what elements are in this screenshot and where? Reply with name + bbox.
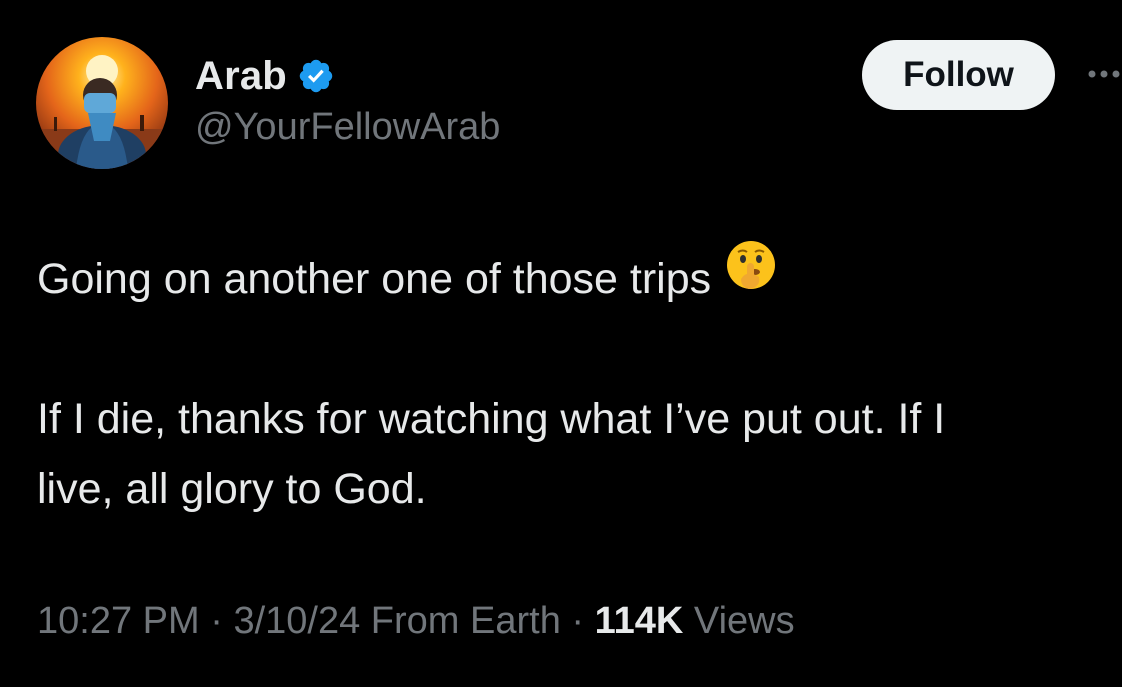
author-name-row: Arab: [195, 50, 335, 102]
views-count[interactable]: 114K: [595, 600, 684, 642]
tweet-line-3: live, all glory to God.: [37, 465, 427, 513]
tweet-date[interactable]: 3/10/24: [233, 600, 360, 642]
author-handle[interactable]: @YourFellowArab: [195, 106, 500, 149]
meta-separator: ·: [560, 600, 595, 642]
tweet-time[interactable]: 10:27 PM: [37, 600, 200, 642]
avatar[interactable]: [36, 37, 168, 169]
tweet-location: From Earth: [360, 600, 561, 642]
verified-badge-icon[interactable]: [297, 57, 335, 95]
profile-photo-icon: [36, 37, 168, 169]
views-label: Views: [683, 600, 795, 642]
tweet-line-1: Going on another one of those trips: [37, 241, 1122, 314]
shushing-face-icon: [725, 239, 777, 312]
tweet-line-1-text: Going on another one of those trips: [37, 255, 712, 303]
tweet-line-2: If I die, thanks for watching what I’ve …: [37, 395, 946, 443]
tweet-meta: 10:27 PM · 3/10/24 From Earth · 114K Vie…: [37, 600, 795, 643]
follow-button[interactable]: Follow: [862, 40, 1055, 110]
tweet-text: Going on another one of those trips If I…: [37, 241, 1122, 524]
meta-separator: ·: [199, 600, 234, 642]
tweet: Arab @YourFellowArab Follow Going on ano…: [0, 0, 1122, 687]
display-name[interactable]: Arab: [195, 54, 287, 99]
more-horizontal-icon[interactable]: [1086, 62, 1122, 86]
